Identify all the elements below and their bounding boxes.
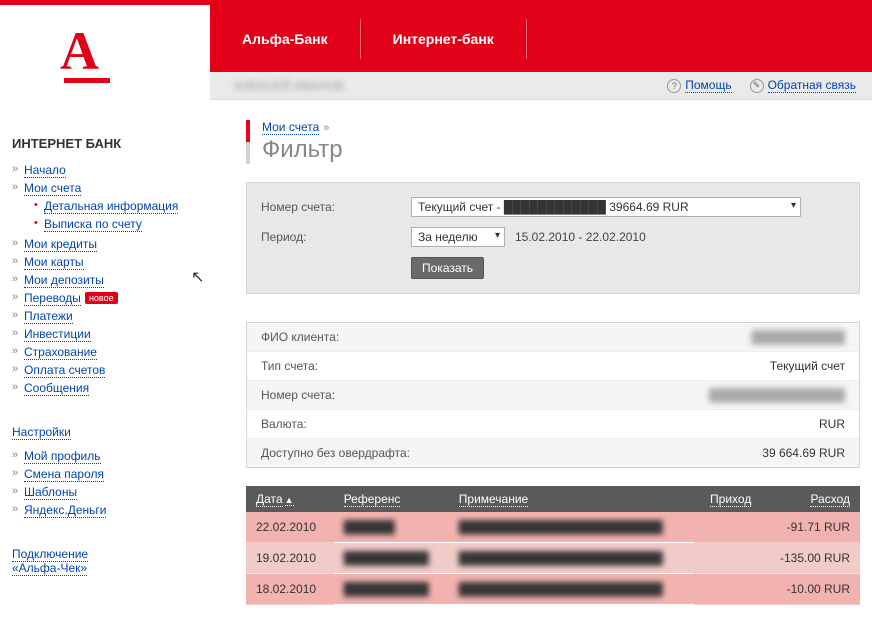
transactions-table: Дата▲ Референс Примечание Приход Расход …: [246, 486, 860, 605]
main-tabs: Альфа-Банк Интернет-банк: [210, 5, 872, 72]
filter-period-label: Период:: [261, 230, 411, 244]
cell-date: 19.02.2010: [246, 543, 334, 574]
sidebar-sub-detail[interactable]: Детальная информация: [44, 199, 178, 214]
cell-in: [694, 543, 761, 574]
cell-note: ████████████████████████: [449, 574, 694, 605]
cursor-icon: ↖: [191, 267, 204, 287]
info-currency-label: Валюта:: [261, 417, 307, 431]
table-row[interactable]: 18.02.2010 ██████████ ██████████████████…: [246, 574, 860, 605]
th-date[interactable]: Дата▲: [246, 486, 334, 512]
sidebar-item-cards[interactable]: Мои карты: [24, 255, 84, 270]
tab-internet-bank[interactable]: Интернет-банк: [361, 19, 527, 59]
info-acctnum-label: Номер счета:: [261, 388, 335, 402]
cell-out: -135.00 RUR: [761, 543, 860, 574]
sort-asc-icon: ▲: [285, 495, 294, 506]
period-select[interactable]: За неделю: [411, 227, 505, 247]
cell-in: [694, 574, 761, 605]
tab-alfabank[interactable]: Альфа-Банк: [210, 19, 361, 59]
sidebar-item-insurance[interactable]: Страхование: [24, 345, 97, 360]
info-type-label: Тип счета:: [261, 359, 318, 373]
sidebar-item-credits[interactable]: Мои кредиты: [24, 237, 97, 252]
user-name: АЛЕКСЕЙ ИВАНОВ: [234, 79, 344, 93]
cell-ref: ██████████: [334, 574, 449, 605]
info-fio-label: ФИО клиента:: [261, 330, 339, 344]
sidebar-item-deposits[interactable]: Мои депозиты: [24, 273, 104, 288]
cell-out: -91.71 RUR: [761, 512, 860, 543]
th-note[interactable]: Примечание: [449, 486, 694, 512]
sidebar-settings-templates[interactable]: Шаблоны: [24, 485, 77, 500]
cell-note: ████████████████████████: [449, 512, 694, 543]
feedback-label[interactable]: Обратная связь: [768, 78, 856, 93]
feedback-icon: ✎: [750, 79, 764, 93]
sidebar-sub-statement[interactable]: Выписка по счету: [44, 217, 142, 232]
badge-new: новое: [85, 292, 118, 304]
info-currency-value: RUR: [819, 417, 845, 431]
feedback-link[interactable]: ✎ Обратная связь: [750, 78, 856, 93]
sidebar-item-messages[interactable]: Сообщения: [24, 381, 89, 396]
cell-ref: ██████: [334, 512, 449, 543]
sidebar-item-transfers[interactable]: Переводы: [24, 291, 81, 306]
sidebar-settings-title[interactable]: Настройки: [12, 425, 71, 440]
info-type-value: Текущий счет: [770, 359, 845, 373]
account-info: ФИО клиента: ███████████ Тип счета: Текущи…: [246, 322, 860, 468]
sidebar-title: ИНТЕРНЕТ БАНК: [12, 136, 198, 151]
cell-note: ████████████████████████: [449, 543, 694, 574]
th-out[interactable]: Расход: [761, 486, 860, 512]
help-icon: ?: [667, 79, 681, 93]
info-available-value: 39 664.69 RUR: [762, 446, 845, 460]
cell-date: 22.02.2010: [246, 512, 334, 543]
info-acctnum-value: ████████████████: [709, 388, 845, 402]
sidebar-nav: Начало Мои счета Детальная информация Вы…: [12, 161, 198, 397]
logo[interactable]: A: [60, 24, 99, 78]
table-row[interactable]: 19.02.2010 ██████████ ██████████████████…: [246, 543, 860, 574]
cell-ref: ██████████: [334, 543, 449, 574]
info-available-label: Доступно без овердрафта:: [261, 446, 410, 460]
help-link[interactable]: ? Помощь: [667, 78, 731, 93]
table-row[interactable]: 22.02.2010 ██████ ██████████████████████…: [246, 512, 860, 543]
filter-account-label: Номер счета:: [261, 200, 411, 214]
sidebar-alfacheck1[interactable]: Подключение: [12, 547, 88, 562]
cell-in: [694, 512, 761, 543]
sidebar-item-invest[interactable]: Инвестиции: [24, 327, 91, 342]
sidebar-settings-yandex[interactable]: Яндекс.Деньги: [24, 503, 106, 518]
period-range: 15.02.2010 - 22.02.2010: [515, 230, 646, 244]
breadcrumb-parent[interactable]: Мои счета: [262, 120, 319, 135]
account-select[interactable]: Текущий счет - ████████████ 39664.69 RUR: [411, 197, 801, 217]
sidebar-settings-password[interactable]: Смена пароля: [24, 467, 104, 482]
info-fio-value: ███████████: [751, 330, 845, 344]
th-ref[interactable]: Референс: [334, 486, 449, 512]
chevron-right-icon: »: [323, 122, 329, 134]
sidebar-item-start[interactable]: Начало: [24, 163, 66, 178]
cell-out: -10.00 RUR: [761, 574, 860, 605]
page-title: Фильтр: [262, 136, 860, 164]
sidebar-alfacheck2[interactable]: «Альфа-Чек»: [12, 561, 87, 576]
th-in[interactable]: Приход: [694, 486, 761, 512]
sidebar-item-payments[interactable]: Платежи: [24, 309, 73, 324]
filter-panel: Номер счета: Текущий счет - ████████████…: [246, 182, 860, 294]
help-label[interactable]: Помощь: [685, 78, 731, 93]
cell-date: 18.02.2010: [246, 574, 334, 605]
sidebar-item-bills[interactable]: Оплата счетов: [24, 363, 105, 378]
sidebar-settings-profile[interactable]: Мой профиль: [24, 449, 101, 464]
sidebar-item-accounts[interactable]: Мои счета: [24, 181, 81, 196]
show-button[interactable]: Показать: [411, 257, 484, 279]
